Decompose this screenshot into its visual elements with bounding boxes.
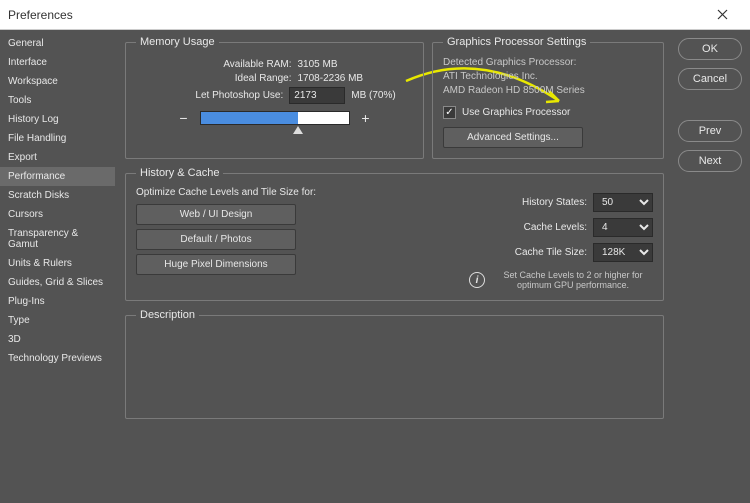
info-icon: i — [469, 272, 485, 288]
next-button[interactable]: Next — [678, 150, 742, 172]
sidebar: GeneralInterfaceWorkspaceToolsHistory Lo… — [0, 30, 115, 503]
cache-levels-label: Cache Levels: — [477, 222, 587, 233]
ideal-range-label: Ideal Range: — [162, 73, 292, 84]
available-ram-value: 3105 MB — [298, 59, 388, 70]
prev-button[interactable]: Prev — [678, 120, 742, 142]
advanced-settings-button[interactable]: Advanced Settings... — [443, 127, 583, 148]
cache-tile-size-select[interactable]: 128K — [593, 243, 653, 262]
detected-gpu-label: Detected Graphics Processor: — [443, 56, 653, 70]
cache-tile-size-label: Cache Tile Size: — [477, 247, 587, 258]
memory-suffix: MB (70%) — [351, 90, 395, 101]
default-photos-button[interactable]: Default / Photos — [136, 229, 296, 250]
use-gpu-checkbox[interactable]: ✓ — [443, 106, 456, 119]
description-legend: Description — [136, 309, 199, 321]
close-button[interactable] — [702, 1, 742, 29]
sidebar-item-type[interactable]: Type — [0, 311, 115, 330]
memory-legend: Memory Usage — [136, 36, 219, 48]
sidebar-item-export[interactable]: Export — [0, 148, 115, 167]
memory-slider[interactable] — [200, 111, 350, 125]
sidebar-item-interface[interactable]: Interface — [0, 53, 115, 72]
sidebar-item-technology-previews[interactable]: Technology Previews — [0, 349, 115, 368]
web-ui-design-button[interactable]: Web / UI Design — [136, 204, 296, 225]
sidebar-item-general[interactable]: General — [0, 34, 115, 53]
cache-hint: Set Cache Levels to 2 or higher for opti… — [493, 270, 653, 290]
window-title: Preferences — [8, 8, 702, 22]
sidebar-item-file-handling[interactable]: File Handling — [0, 129, 115, 148]
sidebar-item-workspace[interactable]: Workspace — [0, 72, 115, 91]
slider-minus[interactable]: − — [178, 110, 190, 126]
memory-usage-group: Memory Usage Available RAM: 3105 MB Idea… — [125, 36, 424, 159]
optimize-label: Optimize Cache Levels and Tile Size for: — [136, 187, 326, 198]
cache-levels-select[interactable]: 4 — [593, 218, 653, 237]
gpu-vendor: ATI Technologies Inc. — [443, 70, 653, 84]
ok-button[interactable]: OK — [678, 38, 742, 60]
sidebar-item-cursors[interactable]: Cursors — [0, 205, 115, 224]
sidebar-item-scratch-disks[interactable]: Scratch Disks — [0, 186, 115, 205]
sidebar-item-transparency-gamut[interactable]: Transparency & Gamut — [0, 224, 115, 254]
slider-plus[interactable]: + — [360, 110, 372, 126]
let-photoshop-use-label: Let Photoshop Use: — [153, 90, 283, 101]
history-states-select[interactable]: 50 — [593, 193, 653, 212]
gpu-group: Graphics Processor Settings Detected Gra… — [432, 36, 664, 159]
sidebar-item-history-log[interactable]: History Log — [0, 110, 115, 129]
sidebar-item-performance[interactable]: Performance — [0, 167, 115, 186]
history-legend: History & Cache — [136, 167, 223, 179]
gpu-model: AMD Radeon HD 8500M Series — [443, 84, 653, 98]
description-group: Description — [125, 309, 664, 419]
sidebar-item-plug-ins[interactable]: Plug-Ins — [0, 292, 115, 311]
history-cache-group: History & Cache Optimize Cache Levels an… — [125, 167, 664, 301]
ideal-range-value: 1708-2236 MB — [298, 73, 388, 84]
history-states-label: History States: — [477, 197, 587, 208]
sidebar-item-guides-grid-slices[interactable]: Guides, Grid & Slices — [0, 273, 115, 292]
use-gpu-label: Use Graphics Processor — [462, 107, 570, 118]
memory-input[interactable] — [289, 87, 345, 104]
sidebar-item-3d[interactable]: 3D — [0, 330, 115, 349]
cancel-button[interactable]: Cancel — [678, 68, 742, 90]
sidebar-item-units-rulers[interactable]: Units & Rulers — [0, 254, 115, 273]
gpu-legend: Graphics Processor Settings — [443, 36, 590, 48]
sidebar-item-tools[interactable]: Tools — [0, 91, 115, 110]
huge-pixel-button[interactable]: Huge Pixel Dimensions — [136, 254, 296, 275]
available-ram-label: Available RAM: — [162, 59, 292, 70]
